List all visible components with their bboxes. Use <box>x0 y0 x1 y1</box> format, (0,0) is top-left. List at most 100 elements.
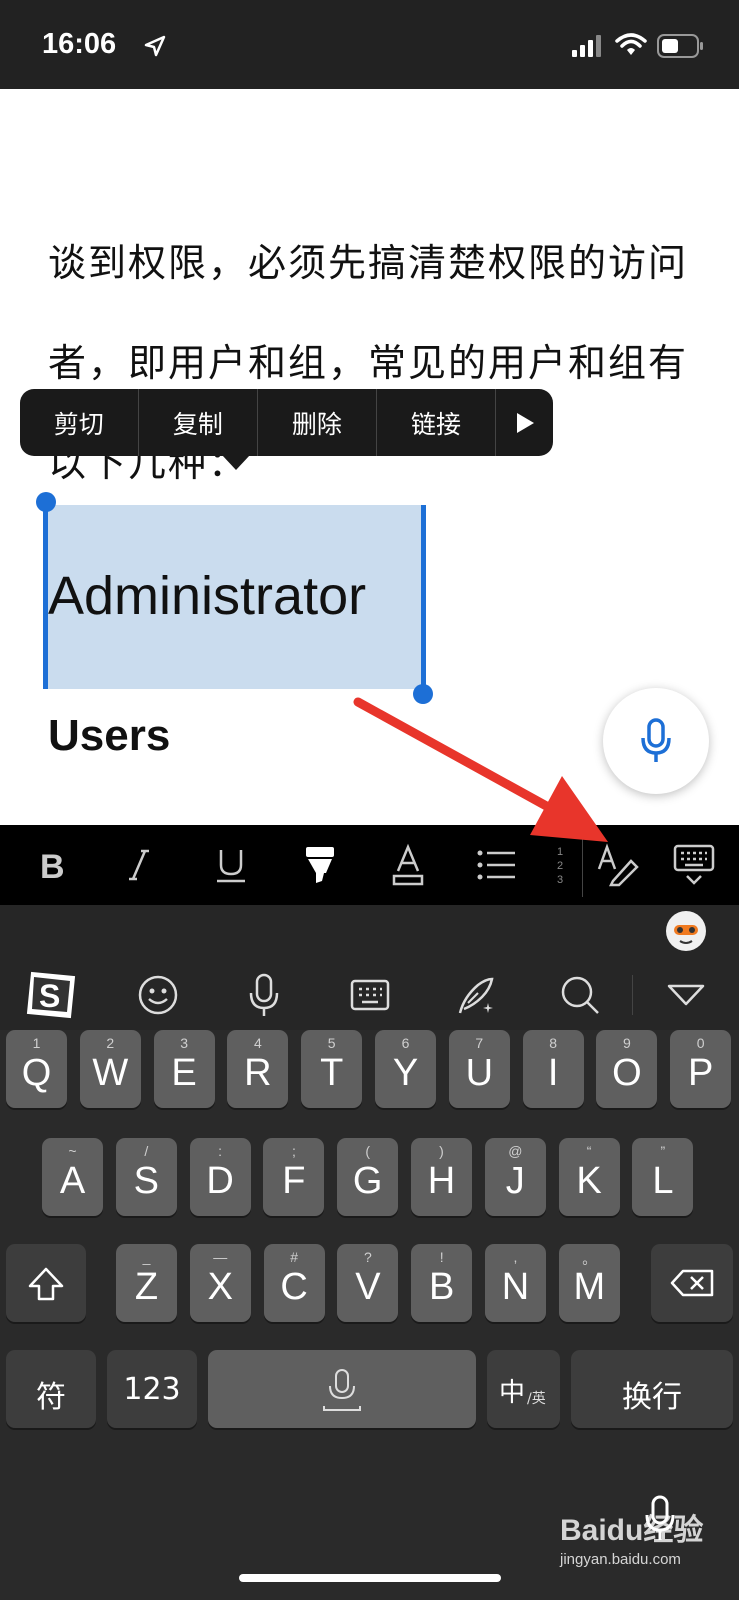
key-secondary-label: 0 <box>696 1035 705 1051</box>
space-key[interactable] <box>208 1350 476 1428</box>
italic-icon <box>129 849 149 881</box>
space-mic-icon <box>323 1369 361 1411</box>
key-i[interactable]: 8I <box>522 1030 584 1108</box>
key-g[interactable]: (G <box>337 1138 399 1216</box>
text-context-menu: 剪切 复制 删除 链接 <box>20 389 553 456</box>
key-p[interactable]: 0P <box>670 1030 732 1108</box>
key-w[interactable]: 2W <box>79 1030 141 1108</box>
key-s[interactable]: / S <box>115 1138 177 1216</box>
key-secondary-label: ~ <box>68 1143 77 1159</box>
key-secondary-label: @ <box>508 1143 523 1159</box>
language-switch-key[interactable]: 中/英 <box>487 1350 560 1428</box>
shift-key[interactable] <box>6 1244 86 1322</box>
bold-icon: B <box>40 848 65 885</box>
symbol-key-label: 符 <box>36 1380 66 1415</box>
key-x[interactable]: — X <box>189 1244 251 1322</box>
menu-cut[interactable]: 剪切 <box>20 389 139 456</box>
annotation-arrow <box>353 697 608 842</box>
key-d[interactable]: :D <box>189 1138 251 1216</box>
key-label: R <box>244 1052 272 1094</box>
key-secondary-label: 5 <box>327 1035 336 1051</box>
key-f[interactable]: ; F <box>263 1138 325 1216</box>
key-secondary-label: , <box>513 1249 518 1265</box>
keyboard: S 1 Q 2 W 3 E 4 R 5 T 6 Y 7 U 8 I 9 O 0 … <box>0 905 739 1600</box>
svg-text:B: B <box>40 848 65 885</box>
key-label: U <box>465 1052 494 1094</box>
key-secondary-label: ” <box>660 1143 666 1159</box>
backspace-key[interactable] <box>651 1244 733 1322</box>
key-secondary-label: 2 <box>106 1035 115 1051</box>
svg-text:3: 3 <box>557 874 563 886</box>
key-label: I <box>547 1052 559 1094</box>
key-m[interactable]: 。 M <box>558 1244 620 1322</box>
number-key[interactable]: 123 <box>107 1350 197 1428</box>
menu-more-button[interactable] <box>496 389 553 456</box>
home-indicator[interactable] <box>239 1574 501 1582</box>
selection-start-handle[interactable] <box>36 492 56 512</box>
key-t[interactable]: 5T <box>301 1030 363 1108</box>
hide-keyboard-button[interactable] <box>659 825 729 905</box>
wifi-icon <box>615 33 647 55</box>
key-label: N <box>501 1266 530 1308</box>
key-label: Q <box>21 1052 52 1094</box>
key-r[interactable]: 4R <box>227 1030 289 1108</box>
key-secondary-label: 3 <box>180 1035 188 1051</box>
paragraph-line-1[interactable]: 谈到权限，必须先搞清楚权限的访问 <box>48 232 688 287</box>
key-j[interactable]: @ J <box>484 1138 546 1216</box>
key-label: V <box>355 1266 381 1308</box>
key-label: T <box>320 1052 344 1094</box>
key-v[interactable]: ? V <box>337 1244 399 1322</box>
key-u[interactable]: 7U <box>448 1030 510 1108</box>
key-label: Y <box>392 1052 419 1094</box>
key-label: E <box>171 1052 197 1094</box>
key-label: C <box>280 1266 308 1308</box>
highlighter-icon <box>306 847 334 883</box>
backspace-icon <box>670 1269 714 1297</box>
key-label: X <box>207 1266 233 1308</box>
selection-start-bar <box>43 502 48 689</box>
key-y[interactable]: 6Y <box>375 1030 436 1108</box>
bold-button[interactable]: B <box>17 825 87 905</box>
battery-icon <box>657 34 703 58</box>
key-label: B <box>429 1266 455 1308</box>
watermark-title: Baidu经验 <box>560 1514 704 1547</box>
key-label: S <box>133 1160 159 1202</box>
key-l[interactable]: ” L <box>632 1138 694 1216</box>
paragraph-line-2[interactable]: 者，即用户和组，常见的用户和组有 <box>48 332 688 387</box>
underline-button[interactable] <box>196 825 266 905</box>
symbol-key[interactable]: 符 <box>6 1350 96 1428</box>
key-label: L <box>652 1160 674 1202</box>
menu-delete[interactable]: 删除 <box>258 389 377 456</box>
selected-text[interactable]: Administrator <box>48 565 366 627</box>
key-label: F <box>282 1160 306 1202</box>
bottom-dictation-icon[interactable] <box>643 1494 677 1542</box>
menu-link[interactable]: 链接 <box>377 389 497 456</box>
key-b[interactable]: ! B <box>411 1244 473 1322</box>
context-menu-pointer <box>222 455 250 470</box>
key-secondary-label: 6 <box>401 1035 410 1051</box>
key-secondary-label: 7 <box>475 1035 484 1051</box>
menu-copy[interactable]: 复制 <box>139 389 259 456</box>
key-secondary-label: / <box>144 1143 149 1159</box>
key-secondary-label: — <box>213 1249 228 1265</box>
key-label: J <box>505 1160 525 1202</box>
key-secondary-label: ) <box>439 1143 444 1159</box>
key-k[interactable]: “K <box>558 1138 620 1216</box>
key-secondary-label: 9 <box>622 1035 631 1051</box>
key-z[interactable]: _ Z <box>116 1244 177 1322</box>
key-n[interactable]: ,N <box>485 1244 546 1322</box>
svg-text:2: 2 <box>557 860 563 872</box>
key-q[interactable]: 1Q <box>6 1030 67 1108</box>
enter-key[interactable]: 换行 <box>571 1350 733 1428</box>
key-label: A <box>59 1160 86 1202</box>
key-secondary-label: : <box>218 1143 223 1159</box>
heading-users[interactable]: Users <box>48 711 170 761</box>
key-c[interactable]: # C <box>263 1244 325 1322</box>
key-e[interactable]: 3E <box>153 1030 215 1108</box>
italic-button[interactable] <box>104 825 174 905</box>
key-a[interactable]: ~ A <box>42 1138 103 1216</box>
key-secondary-label: # <box>290 1249 298 1265</box>
key-o[interactable]: 9O <box>596 1030 658 1108</box>
key-h[interactable]: ) H <box>411 1138 472 1216</box>
key-secondary-label: ( <box>365 1143 371 1159</box>
